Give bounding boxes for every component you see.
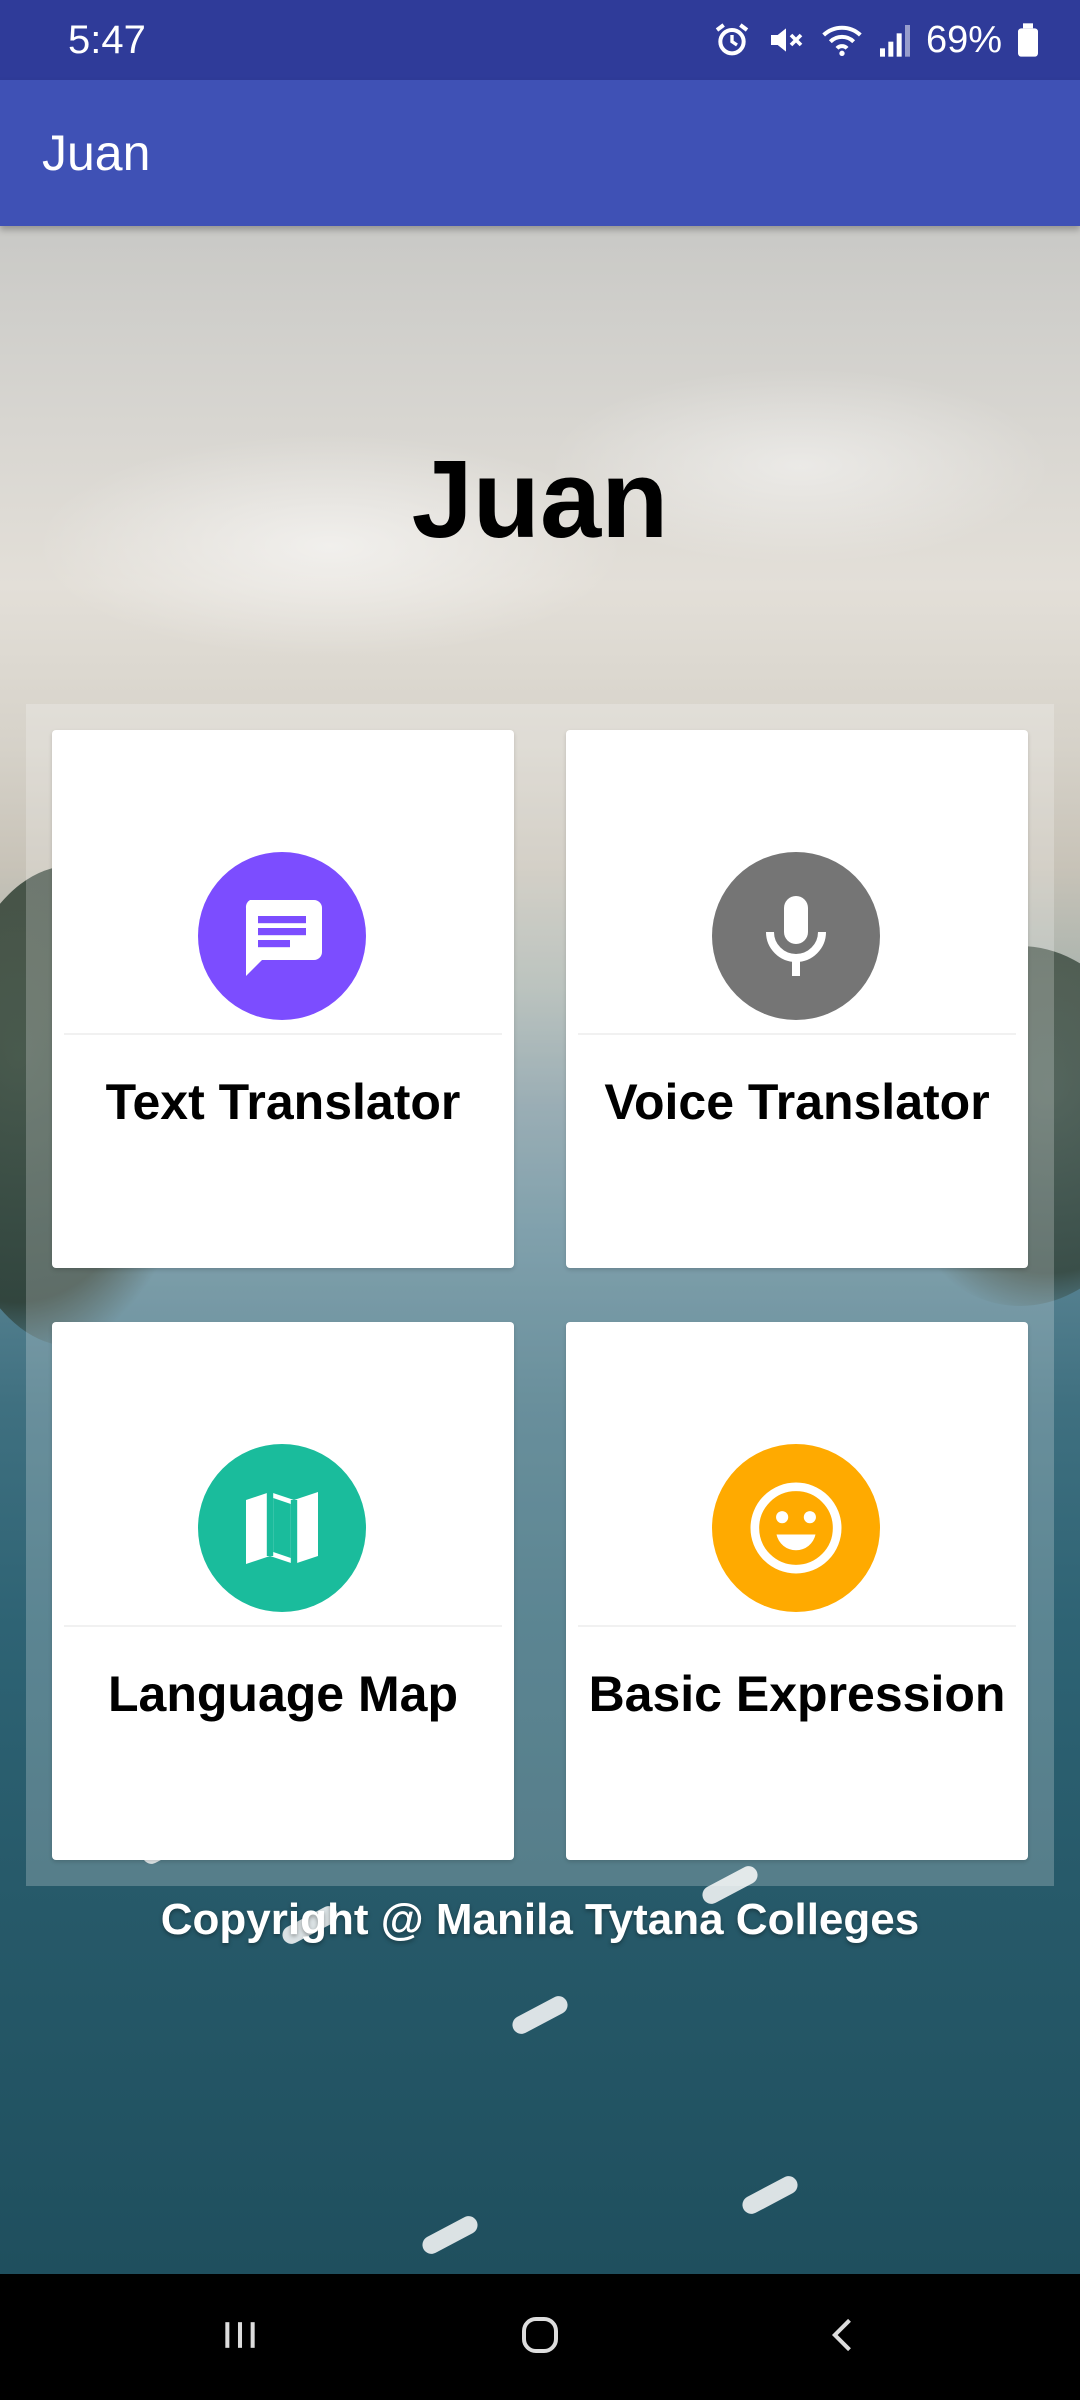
status-bar: 5:47 69%: [0, 0, 1080, 80]
mute-icon: [766, 20, 806, 60]
copyright-text: Copyright @ Manila Tytana Colleges: [160, 1895, 920, 1944]
map-icon: [198, 1444, 366, 1612]
alarm-icon: [712, 20, 752, 60]
card-divider: [578, 1033, 1016, 1035]
app-bar: Juan: [0, 80, 1080, 226]
text-translator-card[interactable]: Text Translator: [52, 730, 514, 1268]
screen: 5:47 69% Juan Juan Text Translator Voice…: [0, 0, 1080, 2400]
microphone-icon: [712, 852, 880, 1020]
status-time: 5:47: [68, 18, 146, 62]
card-label: Language Map: [107, 1666, 459, 1722]
card-label: Voice Translator: [604, 1074, 990, 1130]
home-icon: [516, 2311, 564, 2364]
status-icons: 69%: [712, 14, 1040, 66]
boat: [419, 2212, 481, 2258]
basic-expression-card[interactable]: Basic Expression: [566, 1322, 1028, 1860]
voice-translator-card[interactable]: Voice Translator: [566, 730, 1028, 1268]
home-button[interactable]: [500, 2304, 580, 2370]
signal-icon: [878, 20, 912, 60]
card-divider: [578, 1625, 1016, 1627]
battery-percentage: 69%: [925, 19, 1002, 61]
card-divider: [64, 1625, 502, 1627]
battery-icon: [1016, 20, 1040, 60]
card-label: Text Translator: [105, 1074, 461, 1130]
recent-apps-button[interactable]: [200, 2304, 280, 2370]
card-label: Basic Expression: [588, 1666, 1006, 1722]
back-button[interactable]: [804, 2304, 884, 2370]
card-divider: [64, 1033, 502, 1035]
boat: [509, 1992, 571, 2038]
boat: [739, 2172, 801, 2218]
app-bar-title: Juan: [42, 125, 151, 181]
wifi-icon: [820, 20, 864, 60]
recent-apps-icon: [218, 2313, 262, 2362]
menu-grid: Text Translator Voice Translator Languag…: [26, 704, 1054, 1886]
navigation-bar: [0, 2274, 1080, 2400]
smiley-face-icon: [712, 1444, 880, 1612]
chat-message-icon: [198, 852, 366, 1020]
language-map-card[interactable]: Language Map: [52, 1322, 514, 1860]
hero-title: Juan: [411, 438, 669, 561]
back-icon: [822, 2313, 866, 2362]
